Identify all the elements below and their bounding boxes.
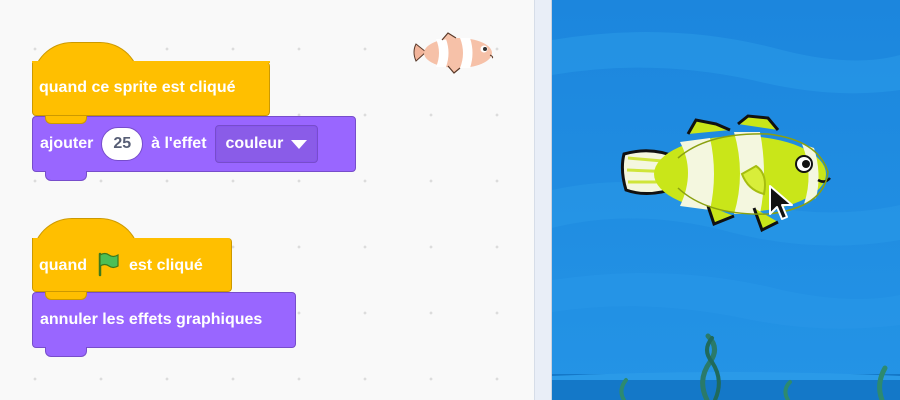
hat-block-label-suffix: est cliqué <box>129 257 203 274</box>
mouse-pointer-icon <box>768 184 796 224</box>
green-flag-icon <box>95 251 121 282</box>
change-effect-label-prefix: ajouter <box>40 135 94 152</box>
effect-amount-input[interactable]: 25 <box>101 127 144 161</box>
looks-block-clear-effects[interactable]: annuler les effets graphiques <box>32 292 296 357</box>
hat-block-label: quand ce sprite est cliqué <box>39 79 236 96</box>
change-effect-label-middle: à l'effet <box>151 135 207 152</box>
hat-block-label-prefix: quand <box>39 257 87 274</box>
stage[interactable] <box>552 0 900 400</box>
hat-block-when-sprite-clicked[interactable]: quand ce sprite est cliqué <box>32 42 270 116</box>
code-workspace[interactable]: quand ce sprite est cliqué ajouter 25 à … <box>0 0 534 400</box>
clownfish-sprite-thumbnail <box>408 28 502 78</box>
hat-block-when-flag-clicked[interactable]: quand est cliqué <box>32 218 232 292</box>
clownfish-sprite[interactable] <box>618 112 832 236</box>
effect-type-dropdown[interactable]: couleur <box>214 125 319 163</box>
dropdown-arrow-icon <box>291 139 308 149</box>
clear-effects-label: annuler les effets graphiques <box>40 311 263 328</box>
looks-block-change-effect[interactable]: ajouter 25 à l'effet couleur <box>32 116 356 181</box>
effect-type-value: couleur <box>225 135 284 152</box>
workspace-stage-divider <box>534 0 552 400</box>
